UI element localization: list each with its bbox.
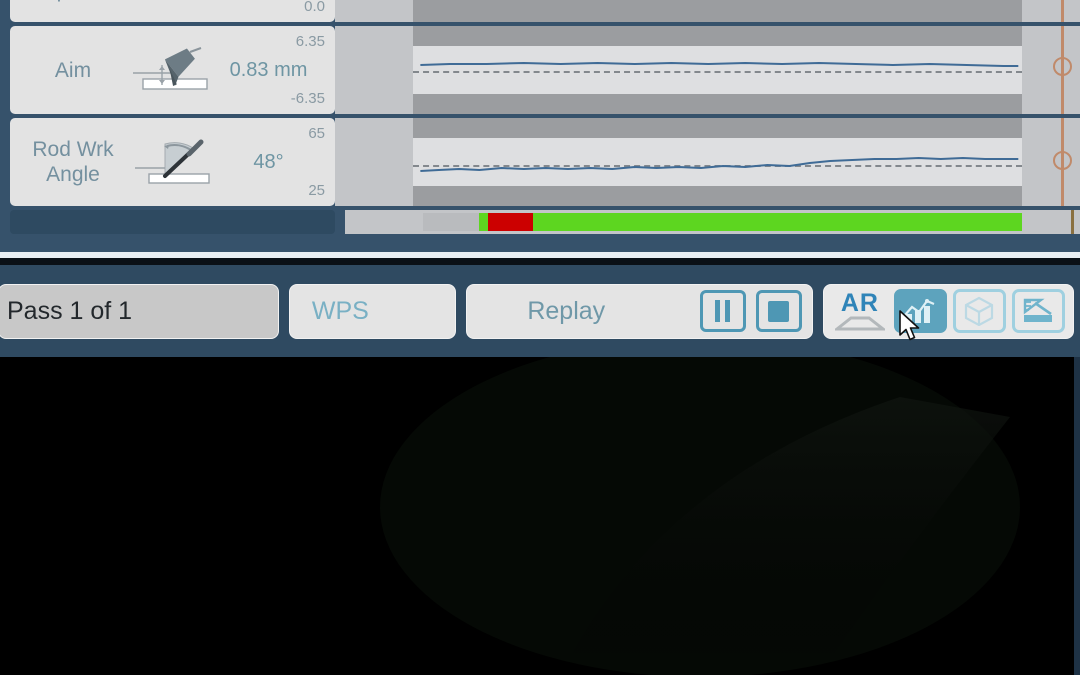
pass-label: Pass 1 of 1 bbox=[7, 296, 133, 325]
rod-work-angle-value: 48° bbox=[253, 150, 284, 173]
cube-icon bbox=[965, 296, 994, 326]
stop-button[interactable] bbox=[755, 290, 802, 332]
wps-label: WPS bbox=[311, 296, 369, 325]
view-mode-group: AR bbox=[822, 283, 1074, 339]
3d-view-button[interactable] bbox=[952, 289, 1006, 333]
progress-row-spacer bbox=[10, 210, 335, 234]
pass-progress-track[interactable] bbox=[345, 210, 1080, 234]
replay-cursor-line[interactable] bbox=[1071, 210, 1074, 234]
stop-icon bbox=[768, 300, 790, 322]
replay-controls-group: Replay bbox=[466, 283, 813, 339]
rod-work-angle-plot-area bbox=[413, 118, 1072, 206]
camera-frame bbox=[0, 357, 1080, 675]
aim-limit-low: -6.35 bbox=[290, 90, 325, 107]
parameter-row-rod-work-angle[interactable]: Rod Wrk Angle 48° 65 25 bbox=[0, 118, 1080, 206]
replay-cursor-dot-aim bbox=[1053, 57, 1072, 76]
pass-progress-segments bbox=[423, 213, 1022, 231]
progress-segment bbox=[487, 213, 534, 231]
travel-speed-trace bbox=[413, 0, 1022, 22]
aim-card[interactable]: Aim 0.83 mm 6.35 -6.35 bbox=[10, 26, 345, 114]
progress-segment bbox=[533, 213, 1022, 231]
aim-trace bbox=[413, 26, 1022, 114]
rod-work-angle-limit-high: 65 bbox=[308, 125, 325, 142]
travel-speed-label: Travel Speed bbox=[10, 0, 128, 3]
replay-cursor-line[interactable] bbox=[1061, 0, 1064, 22]
rod-work-angle-chart[interactable] bbox=[335, 118, 1080, 206]
replay-transport-controls bbox=[699, 290, 802, 332]
progress-gap bbox=[335, 210, 345, 234]
parameter-row-travel-speed[interactable]: Travel Speed 4.8 m bbox=[0, 0, 1080, 22]
travel-speed-icon bbox=[128, 0, 220, 1]
panel-divider-dark bbox=[0, 258, 1080, 265]
aim-label: Aim bbox=[54, 58, 92, 82]
travel-speed-chart[interactable] bbox=[335, 0, 1080, 22]
replay-label: Replay bbox=[527, 296, 606, 325]
angle-gauge-icon bbox=[1024, 298, 1053, 322]
rod-work-angle-limit-low: 25 bbox=[308, 182, 325, 199]
ar-label: AR bbox=[840, 289, 879, 317]
pass-progress-row[interactable] bbox=[10, 210, 1080, 234]
weld-parameter-panel: Travel Speed 4.8 m bbox=[0, 0, 1080, 252]
welding-trainer-screen: Travel Speed 4.8 m bbox=[0, 0, 1080, 675]
progress-segment bbox=[423, 213, 479, 231]
aim-limit-high: 6.35 bbox=[295, 33, 325, 50]
weld-camera-view[interactable] bbox=[0, 357, 1080, 675]
parameter-row-aim[interactable]: Aim 0.83 mm 6.35 -6.35 bbox=[0, 26, 1080, 114]
measure-view-button[interactable] bbox=[1011, 289, 1065, 333]
progress-segment bbox=[478, 213, 488, 231]
mouse-cursor bbox=[898, 310, 924, 349]
aim-chart[interactable] bbox=[335, 26, 1080, 114]
wps-button[interactable]: WPS bbox=[288, 283, 457, 339]
rod-work-angle-label: Rod Wrk Angle bbox=[32, 138, 114, 186]
ar-base-icon bbox=[834, 316, 885, 331]
pause-icon bbox=[715, 300, 731, 322]
travel-speed-limit-low: 0.0 bbox=[304, 0, 325, 15]
rod-work-angle-trace bbox=[413, 118, 1022, 206]
travel-speed-plot-area bbox=[413, 0, 1064, 22]
ar-logo: AR bbox=[832, 291, 888, 331]
pause-button[interactable] bbox=[699, 290, 746, 332]
rod-work-angle-card[interactable]: Rod Wrk Angle 48° 65 25 bbox=[10, 118, 345, 206]
work-angle-icon bbox=[128, 136, 220, 188]
parameter-rows: Travel Speed 4.8 m bbox=[0, 0, 1080, 234]
aim-plot-area bbox=[413, 26, 1072, 114]
aim-value: 0.83 mm bbox=[229, 58, 308, 81]
pass-indicator[interactable]: Pass 1 of 1 bbox=[0, 283, 279, 339]
aim-icon bbox=[128, 45, 220, 95]
travel-speed-card[interactable]: Travel Speed 4.8 m bbox=[10, 0, 345, 22]
replay-cursor-dot-rod-work-angle bbox=[1053, 151, 1072, 170]
